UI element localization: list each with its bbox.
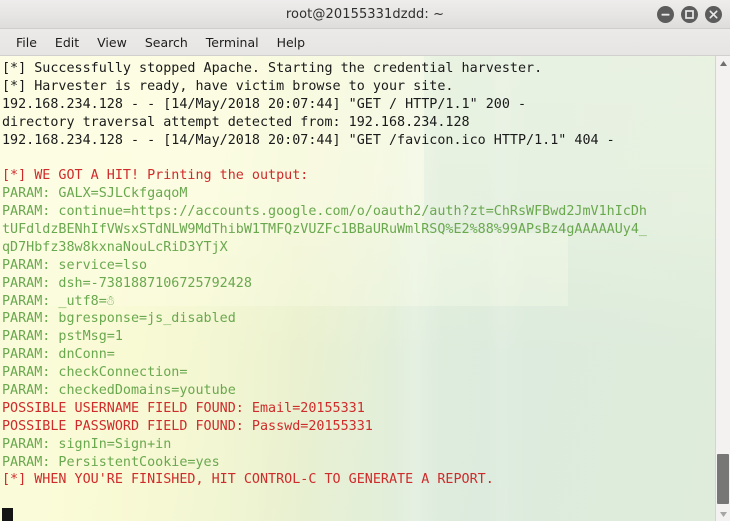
terminal-line: [*] Successfully stopped Apache. Startin… bbox=[2, 61, 543, 76]
terminal-line: [*] WE GOT A HIT! Printing the output: bbox=[2, 168, 309, 184]
terminal-line: tUFdldzBENhIfVWsxSTdNLW9MdThibW1TMFQzVUZ… bbox=[2, 222, 647, 238]
terminal-output: [*] Successfully stopped Apache. Startin… bbox=[0, 56, 715, 489]
terminal-line: [*] Harvester is ready, have victim brow… bbox=[2, 78, 454, 94]
terminal-line: directory traversal attempt detected fro… bbox=[2, 114, 470, 130]
scroll-up-icon[interactable] bbox=[716, 56, 730, 70]
terminal-line: PARAM: dnConn= bbox=[2, 347, 115, 363]
menu-item-search[interactable]: Search bbox=[136, 33, 197, 52]
menu-item-edit[interactable]: Edit bbox=[46, 33, 88, 52]
window-controls bbox=[657, 0, 722, 28]
terminal-line: PARAM: checkConnection= bbox=[2, 365, 188, 381]
terminal-line: 192.168.234.128 - - [14/May/2018 20:07:4… bbox=[2, 132, 615, 148]
terminal-line: PARAM: _utf8=☃ bbox=[2, 293, 115, 309]
terminal-cursor bbox=[2, 507, 13, 521]
terminal-line: 192.168.234.128 - - [14/May/2018 20:07:4… bbox=[2, 96, 527, 112]
scrollbar[interactable] bbox=[715, 56, 730, 521]
terminal-line: PARAM: service=lso bbox=[2, 257, 148, 273]
title-bar[interactable]: root@20155331dzdd: ~ bbox=[0, 0, 730, 29]
terminal-line: PARAM: dsh=-7381887106725792428 bbox=[2, 275, 252, 291]
close-button[interactable] bbox=[705, 5, 722, 23]
terminal-line: PARAM: checkedDomains=youtube bbox=[2, 383, 236, 399]
terminal-line: PARAM: pstMsg=1 bbox=[2, 329, 123, 345]
scroll-down-icon[interactable] bbox=[716, 507, 730, 521]
terminal-screen[interactable]: [*] Successfully stopped Apache. Startin… bbox=[0, 56, 715, 521]
scrollbar-thumb[interactable] bbox=[717, 454, 729, 504]
minimize-button[interactable] bbox=[657, 5, 674, 23]
menu-item-help[interactable]: Help bbox=[268, 33, 315, 52]
terminal-window: root@20155331dzdd: ~ File Edit View Sear… bbox=[0, 0, 730, 521]
menu-item-view[interactable]: View bbox=[88, 33, 136, 52]
terminal-line: qD7Hbfz38w8kxnaNouLcRiD3YTjX bbox=[2, 239, 228, 255]
terminal-line: PARAM: GALX=SJLCkfgaqoM bbox=[2, 186, 188, 202]
terminal-line: POSSIBLE PASSWORD FIELD FOUND: Passwd=20… bbox=[2, 418, 373, 434]
menu-bar: File Edit View Search Terminal Help bbox=[0, 29, 730, 56]
terminal-line: PARAM: continue=https://accounts.google.… bbox=[2, 204, 647, 220]
maximize-button[interactable] bbox=[681, 5, 698, 23]
terminal-line: PARAM: signIn=Sign+in bbox=[2, 436, 172, 452]
terminal-area: [*] Successfully stopped Apache. Startin… bbox=[0, 56, 730, 521]
terminal-line: [*] WHEN YOU'RE FINISHED, HIT CONTROL-C … bbox=[2, 472, 494, 488]
terminal-line: PARAM: bgresponse=js_disabled bbox=[2, 311, 236, 327]
terminal-line: POSSIBLE USERNAME FIELD FOUND: Email=201… bbox=[2, 400, 365, 416]
menu-item-file[interactable]: File bbox=[7, 33, 46, 52]
terminal-line: PARAM: PersistentCookie=yes bbox=[2, 454, 220, 470]
menu-item-terminal[interactable]: Terminal bbox=[197, 33, 268, 52]
window-title: root@20155331dzdd: ~ bbox=[285, 6, 445, 22]
